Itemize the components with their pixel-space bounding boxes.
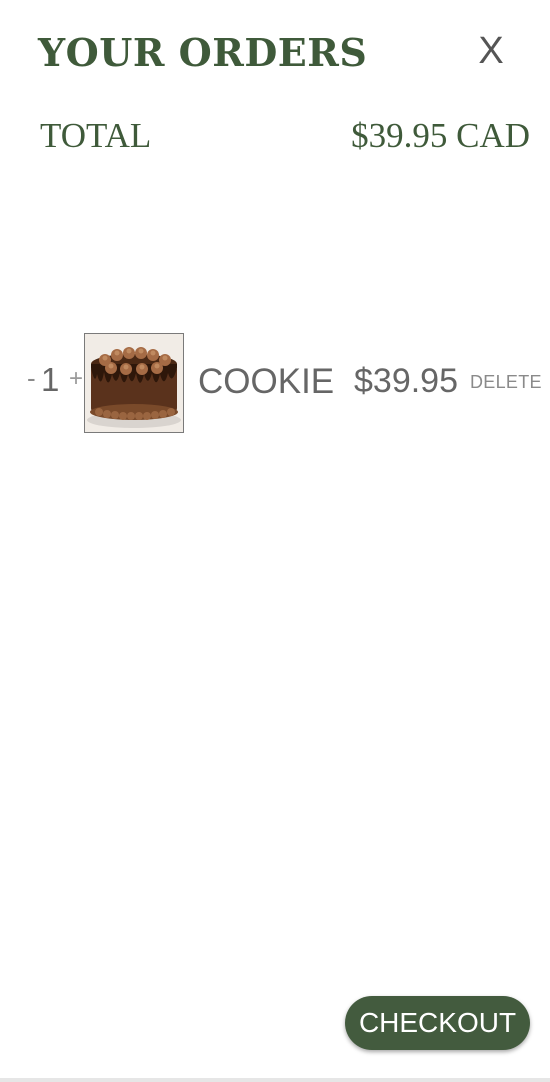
chocolate-cake-image bbox=[85, 334, 183, 432]
product-price: $39.95 bbox=[354, 362, 458, 400]
close-button[interactable]: X bbox=[476, 32, 506, 72]
orders-panel: YOUR ORDERS X TOTAL $39.95 CAD - 1 + COO… bbox=[0, 0, 550, 1082]
page-title: YOUR ORDERS bbox=[38, 30, 368, 75]
total-label: TOTAL bbox=[40, 116, 152, 155]
checkout-button[interactable]: CHECKOUT bbox=[345, 996, 530, 1050]
cart-item-row: - 1 + COOKIE $39.95 DELETE bbox=[0, 333, 550, 433]
delete-item-button[interactable]: DELETE bbox=[470, 373, 542, 391]
quantity-value: 1 bbox=[41, 361, 60, 398]
increase-quantity-button[interactable]: + bbox=[69, 367, 83, 391]
total-value: $39.95 CAD bbox=[351, 116, 530, 155]
bottom-divider bbox=[0, 1078, 550, 1082]
product-thumbnail bbox=[84, 333, 184, 433]
decrease-quantity-button[interactable]: - bbox=[27, 365, 36, 391]
product-name: COOKIE bbox=[198, 362, 335, 401]
